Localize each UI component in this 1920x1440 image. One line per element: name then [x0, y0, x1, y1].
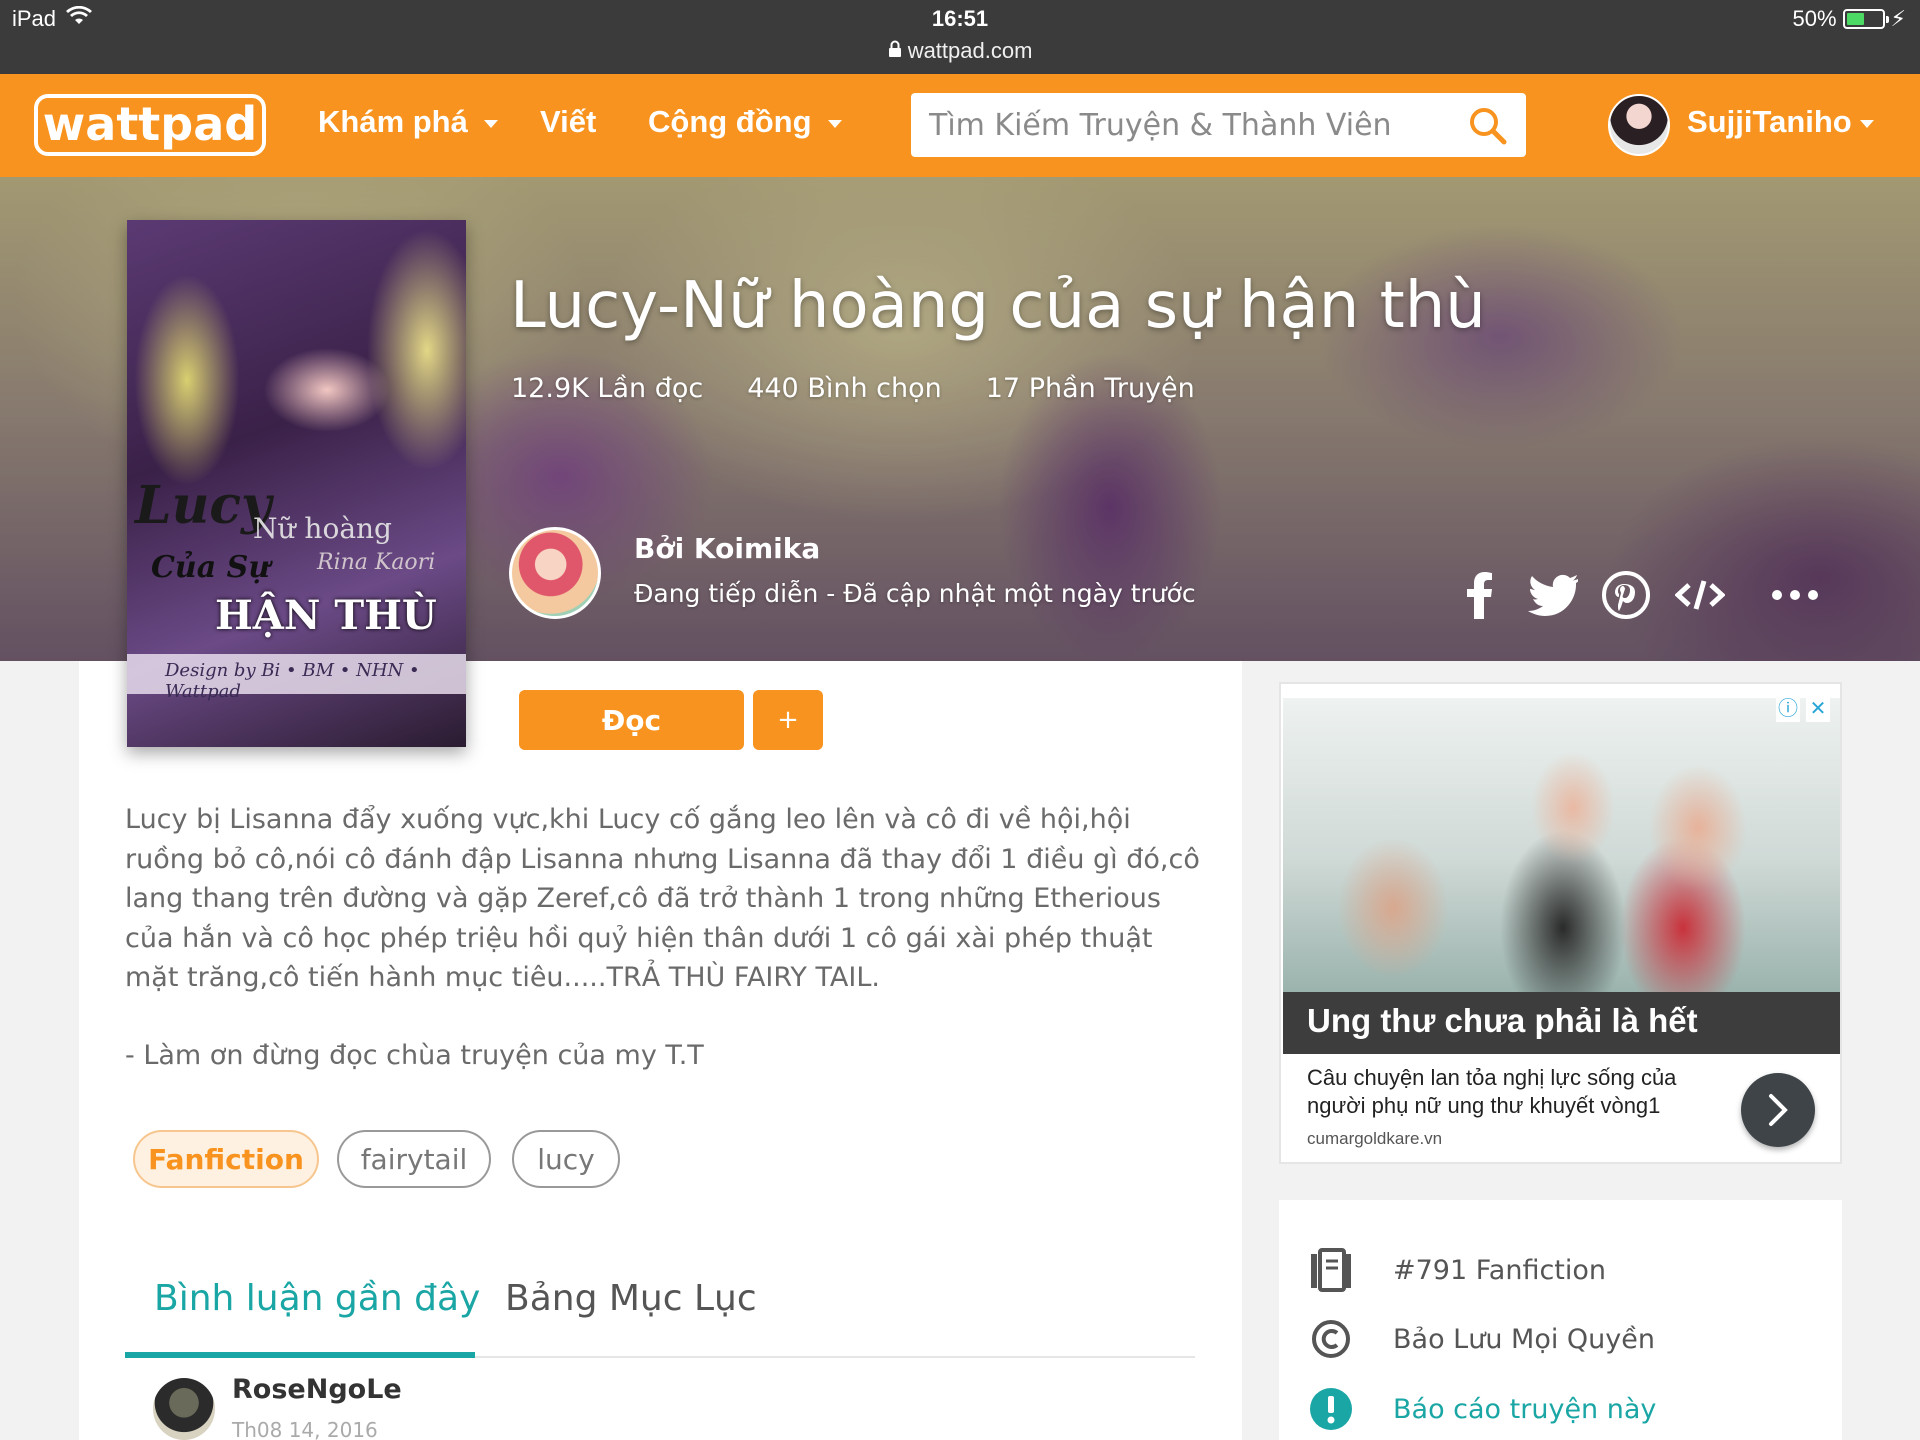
lock-icon [888, 38, 908, 63]
nav-write-label: Viết [540, 104, 597, 139]
cover-han-thu: HẬN THÙ [215, 592, 437, 639]
story-info-card: #791 Fanfiction Bảo Lưu Mọi Quyền Báo cá… [1279, 1200, 1842, 1440]
story-stats: 12.9K Lần đọc 440 Bình chọn 17 Phần Truy… [511, 373, 1195, 404]
commenter-name[interactable]: RoseNgoLe [232, 1374, 402, 1405]
votes-count: 440 Bình chọn [747, 373, 942, 404]
wattpad-logo[interactable]: wattpad [34, 94, 266, 156]
tag-fanfiction[interactable]: Fanfiction [133, 1130, 319, 1188]
cover-credits: Design by Bi • BM • NHN • Wattpad [165, 660, 420, 702]
nav-community-label: Cộng đồng [648, 104, 812, 139]
tag-fairytail[interactable]: fairytail [337, 1130, 491, 1188]
copyright-text: Bảo Lưu Mọi Quyền [1393, 1323, 1655, 1355]
nav-discover-label: Khám phá [318, 104, 468, 139]
commenter-avatar[interactable] [153, 1378, 215, 1440]
url-text: wattpad.com [907, 38, 1033, 63]
cover-text-cua-su: Của Sự [151, 550, 271, 585]
ad-image[interactable] [1283, 698, 1840, 992]
ad-domain: cumargoldkare.vn [1307, 1129, 1443, 1148]
add-to-list-button[interactable]: + [753, 690, 823, 750]
cover-title: Lucy [135, 475, 272, 536]
story-tabs: Bình luận gần đây Bảng Mục Lục [125, 1278, 1195, 1358]
search-icon[interactable] [1468, 106, 1508, 146]
ad-body: Câu chuyện lan tỏa nghị lực sống của ngư… [1307, 1065, 1677, 1118]
user-avatar[interactable] [1608, 94, 1670, 156]
copyright-icon [1309, 1317, 1353, 1361]
ranking-row[interactable]: #791 Fanfiction [1309, 1248, 1606, 1292]
ad-choices: ⓘ ✕ [1776, 698, 1830, 722]
site-header: wattpad Khám phá Viết Cộng đồng SujjiTan… [0, 74, 1920, 177]
chevron-down-icon [827, 120, 842, 128]
twitter-icon[interactable] [1525, 567, 1581, 623]
clock: 16:51 [931, 6, 989, 31]
story-cover[interactable]: Lucy Nữ hoàng Của Sự Rina Kaori HẬN THÙ … [127, 220, 466, 747]
embed-icon[interactable] [1670, 567, 1730, 623]
comment-date: Th08 14, 2016 [232, 1418, 378, 1440]
search-input[interactable] [911, 93, 1431, 157]
charging-icon: ⚡ [1890, 6, 1906, 31]
ad-close-icon[interactable]: ✕ [1806, 698, 1830, 722]
url-bar[interactable]: wattpad.com [0, 38, 1920, 64]
facebook-icon[interactable] [1455, 567, 1505, 623]
copyright-row: Bảo Lưu Mọi Quyền [1309, 1317, 1655, 1361]
ad-info-icon[interactable]: ⓘ [1776, 698, 1800, 722]
nav-discover[interactable]: Khám phá [318, 104, 498, 140]
report-story-link[interactable]: Báo cáo truyện này [1393, 1394, 1656, 1425]
read-button[interactable]: Đọc [519, 690, 744, 750]
search-box [911, 93, 1526, 157]
report-row[interactable]: Báo cáo truyện này [1309, 1387, 1656, 1431]
ios-status-bar: iPad 16:51 wattpad.com 50% ⚡ [0, 0, 1920, 74]
parts-count: 17 Phần Truyện [985, 373, 1195, 404]
more-icon[interactable] [1770, 567, 1820, 623]
advertisement[interactable]: ⓘ ✕ Ung thư chưa phải là hết Câu chuyện … [1279, 682, 1842, 1164]
battery-percent: 50% [1792, 6, 1837, 31]
chevron-down-icon [1859, 120, 1874, 128]
tab-table-of-contents[interactable]: Bảng Mục Lục [505, 1278, 757, 1358]
nav-write[interactable]: Viết [540, 104, 596, 140]
pinterest-icon[interactable] [1600, 567, 1652, 623]
tab-recent-comments[interactable]: Bình luận gần đây [154, 1278, 480, 1358]
user-menu[interactable]: SujjiTaniho [1687, 104, 1874, 140]
author-name[interactable]: Bởi Koimika [634, 532, 820, 565]
ranking-text: #791 Fanfiction [1393, 1254, 1607, 1286]
battery-icon [1842, 9, 1889, 29]
chevron-down-icon [483, 120, 498, 128]
cover-artist: Rina Kaori [317, 550, 436, 575]
cover-subtitle: Nữ hoàng [253, 512, 392, 545]
reads-count: 12.9K Lần đọc [511, 373, 704, 404]
story-description: Lucy bị Lisanna đẩy xuống vực,khi Lucy c… [125, 804, 1200, 993]
story-title: Lucy-Nữ hoàng của sự hận thù [510, 269, 1486, 343]
battery-status: 50% ⚡ [1793, 6, 1907, 32]
ranking-icon [1309, 1248, 1353, 1292]
story-status: Đang tiếp diễn - Đã cập nhật một ngày tr… [634, 579, 1196, 608]
active-tab-indicator [125, 1352, 475, 1358]
author-note: - Làm ơn đừng đọc chùa truyện của my T.T [125, 1040, 704, 1071]
tag-lucy[interactable]: lucy [512, 1130, 620, 1188]
ad-headline[interactable]: Ung thư chưa phải là hết [1307, 1002, 1698, 1040]
chevron-right-icon[interactable] [1741, 1073, 1815, 1147]
alert-icon [1309, 1387, 1353, 1431]
username-label: SujjiTaniho [1687, 104, 1852, 139]
author-avatar[interactable] [509, 527, 601, 619]
nav-community[interactable]: Cộng đồng [648, 104, 842, 140]
